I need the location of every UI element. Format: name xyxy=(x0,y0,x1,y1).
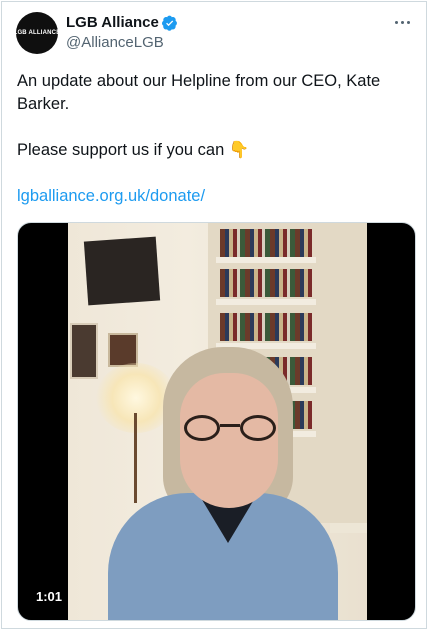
pointing-down-emoji-icon: 👇 xyxy=(228,141,250,159)
video-frame xyxy=(68,223,367,620)
account-handle[interactable]: @AllianceLGB xyxy=(66,34,164,51)
video-duration: 1:01 xyxy=(30,587,69,606)
donate-link[interactable]: lgballiance.org.uk/donate/ xyxy=(17,187,205,205)
account-name-row: LGB Alliance xyxy=(66,14,178,31)
speaker-person xyxy=(108,343,338,620)
tweet-line-2-text: Please support us if you can xyxy=(17,141,229,159)
video-player[interactable]: 1:01 xyxy=(17,222,416,621)
wall-art xyxy=(83,236,161,306)
avatar-logo: LGB ALLIANCE xyxy=(13,30,61,36)
more-horizontal-icon[interactable] xyxy=(392,12,412,32)
tweet-line-1: An update about our Helpline from our CE… xyxy=(17,72,381,113)
tweet-text: An update about our Helpline from our CE… xyxy=(17,70,412,208)
avatar[interactable]: LGB ALLIANCE xyxy=(13,12,61,54)
tweet-line-2: Please support us if you can 👇 xyxy=(17,139,412,162)
wall-picture xyxy=(70,323,98,379)
account-name[interactable]: LGB Alliance xyxy=(66,14,159,31)
tweet-card: LGB ALLIANCE LGB Alliance @AllianceLGB A… xyxy=(1,1,427,629)
verified-badge-icon xyxy=(161,15,177,31)
